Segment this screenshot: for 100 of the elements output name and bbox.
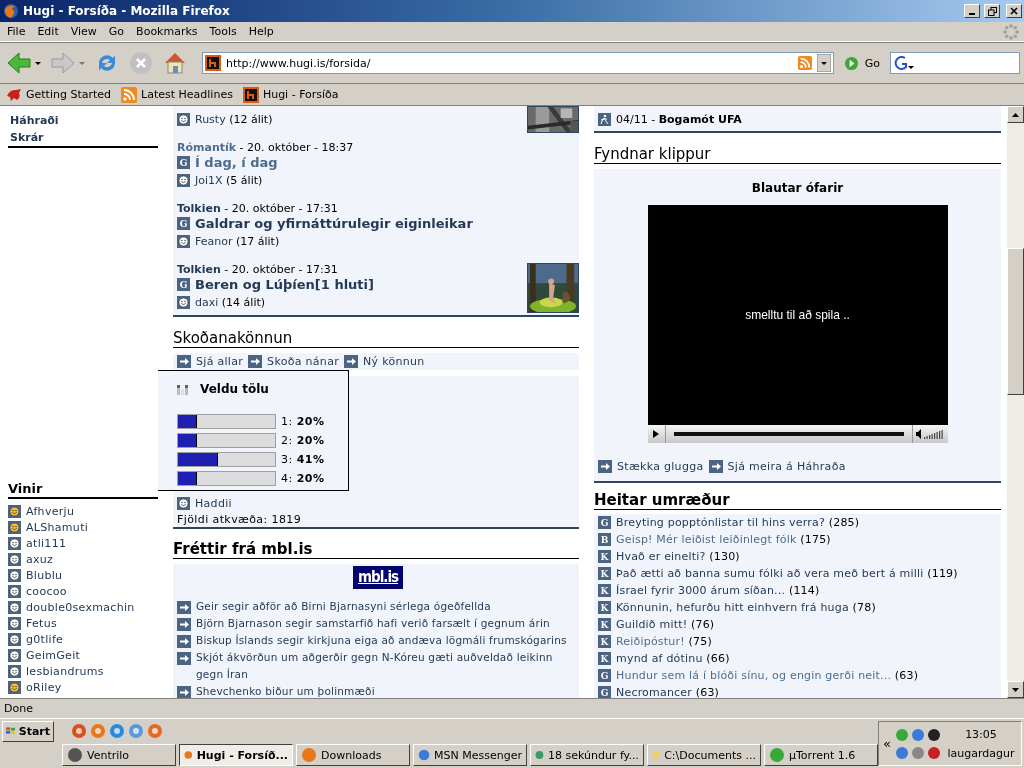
category-badge: G (177, 217, 190, 230)
scrollbar-track[interactable] (1007, 106, 1024, 698)
start-button[interactable]: Start (2, 720, 54, 742)
friend-link[interactable]: Blublu (26, 568, 63, 582)
article-meta: Rómantík - 20. október - 18:37 (177, 141, 354, 154)
stop-icon (128, 50, 154, 76)
dropdown-icon[interactable] (816, 54, 831, 72)
poll-result: 2: 20% (281, 434, 325, 447)
menu-item[interactable]: Tools (203, 25, 243, 38)
taskbar-button[interactable]: Ventrilo (62, 744, 176, 766)
topic-link[interactable]: Hvað er einelti? (130) (616, 550, 740, 563)
topic-link[interactable]: Reiðipóstur! (75) (616, 635, 712, 648)
forward-arrow-icon (50, 51, 86, 75)
friend-link[interactable]: axuz (26, 552, 54, 566)
menu-item[interactable]: File (1, 25, 32, 38)
menu-item[interactable]: Help (242, 25, 280, 38)
topic-link[interactable]: Guildið mitt! (76) (616, 618, 715, 631)
arrow-icon (708, 460, 723, 473)
news-link[interactable]: Biskup Íslands segir kirkjuna eiga að andæva lögmáli frumskógarins (196, 632, 567, 649)
rss-icon (121, 86, 138, 103)
close-icon (1010, 7, 1018, 15)
category-badge: K (598, 618, 611, 631)
friend-link[interactable]: GeimGeit (26, 648, 81, 662)
tray-toggle[interactable]: « (883, 736, 891, 751)
taskbar-button[interactable]: µTorrent 1.6 (764, 744, 878, 766)
bookmark-link[interactable]: Latest Headlines (121, 86, 233, 103)
menu-item[interactable]: Bookmarks (130, 25, 204, 38)
friend-link[interactable]: oRiley (26, 680, 62, 694)
taskbar-button[interactable]: MSN Messenger (413, 744, 527, 766)
menu-item[interactable]: Edit (31, 25, 65, 38)
article-title[interactable]: Beren og Lúþíen[1 hluti] (195, 277, 374, 292)
poll-result: 1: 20% (281, 415, 325, 428)
friend-link[interactable]: coocoo (26, 584, 67, 598)
play-circle-icon (843, 55, 859, 71)
poll-result: 3: 41% (281, 453, 325, 466)
url-field[interactable]: http://www.hugi.is/forsida/ (202, 52, 834, 74)
topic-link[interactable]: Breyting popptónlistar til hins verra? (285) (616, 516, 860, 529)
article-meta: Tolkien - 20. október - 17:31 (177, 202, 339, 215)
section-heading: Fréttir frá mbl.is (173, 540, 579, 559)
category-badge: G (598, 516, 611, 529)
topic-link[interactable]: Það ætti að banna sumu fólki að vera með bert á milli (119) (616, 567, 958, 580)
scroll-down-button[interactable] (1007, 681, 1024, 698)
go-button[interactable]: Go (837, 55, 886, 71)
friend-link[interactable]: double0sexmachin (26, 600, 135, 614)
author-text: Feanor (17 álit) (195, 234, 280, 248)
article-title[interactable]: Galdrar og yfirnáttúrulegir eiginleikar (195, 216, 473, 231)
taskbar-button[interactable]: C:\Documents ... (647, 744, 761, 766)
category-badge: K (598, 635, 611, 648)
author-text: Joi1X (5 álit) (195, 173, 263, 187)
bookmark-link[interactable]: Hugi - Forsíða (242, 86, 339, 103)
topic-link[interactable]: Hundur sem lá í blóði sínu, og engin gerði neit... (63) (616, 669, 919, 682)
author-link[interactable]: Haddii (195, 496, 232, 510)
arrow-icon (177, 355, 191, 368)
topic-link[interactable]: Geisp! Mér leiðist leiðinlegt fólk (175) (616, 533, 831, 546)
topic-link[interactable]: Necromancer (63) (616, 686, 720, 698)
menu-item[interactable]: Go (102, 25, 131, 38)
back-arrow-icon (6, 51, 42, 75)
clip-link[interactable]: Stækka glugga (617, 460, 704, 473)
app-icon (147, 723, 163, 739)
taskbar-button[interactable]: 18 sekúndur fy... (530, 744, 644, 766)
friend-link[interactable]: g0tlife (26, 632, 64, 646)
taskbar-button[interactable]: Hugi - Forsíð... (179, 744, 293, 766)
search-field[interactable] (890, 52, 1020, 74)
friend-link[interactable]: Fetus (26, 616, 57, 630)
sidebar-link[interactable]: Skrár (8, 129, 158, 146)
restore-button[interactable] (984, 4, 1000, 18)
poll-link[interactable]: Skoða nánar (267, 355, 339, 368)
scrollbar-thumb[interactable] (1007, 248, 1024, 395)
topic-link[interactable]: Ísrael fyrir 3000 árum síðan... (114) (616, 584, 820, 597)
author-text: Rusty (12 álit) (195, 112, 273, 126)
runner-icon (598, 112, 611, 126)
friend-link[interactable]: ALShamuti (26, 520, 89, 534)
taskbar-button[interactable]: Downloads (296, 744, 410, 766)
topic-link[interactable]: mynd af dótinu (66) (616, 652, 730, 665)
friend-link[interactable]: atli111 (26, 536, 67, 550)
search-engine-icon (893, 55, 915, 71)
news-link[interactable]: Björn Bjarnason segir samstarfið hafi verið farsælt í gegnum árin (196, 615, 550, 632)
sidebar-link[interactable]: Háhraði (8, 112, 158, 129)
clock-time: 13:05 (965, 727, 997, 741)
video-player[interactable]: smelltu til að spila .. (647, 205, 948, 443)
poll-link[interactable]: Sjá allar (196, 355, 244, 368)
category-badge: K (598, 652, 611, 665)
topic-link[interactable]: Könnunin, hefurðu hitt einhvern frá huga (78) (616, 601, 876, 614)
friend-link[interactable]: lesbiandrums (26, 664, 104, 678)
restore-icon (987, 6, 997, 16)
article-title[interactable]: Í dag, í dag (195, 155, 278, 170)
news-link[interactable]: Shevchenko biður um þolinmæði (196, 683, 375, 698)
clip-link[interactable]: Sjá meira á Háhraða (727, 460, 846, 473)
menu-item[interactable]: View (64, 25, 103, 38)
poll-link[interactable]: Ný könnun (363, 355, 425, 368)
friend-link[interactable]: Afhverju (26, 504, 75, 518)
scroll-up-button[interactable] (1007, 106, 1024, 123)
article-meta: Tolkien - 20. október - 17:31 (177, 263, 339, 276)
news-link[interactable]: Geir segir aðför að Birni Bjarnasyni sérlega ógeðfellda (196, 598, 491, 615)
arrow-icon (248, 355, 263, 368)
bookmark-link[interactable]: Getting Started (6, 87, 112, 102)
minimize-button[interactable] (964, 4, 980, 18)
close-button[interactable] (1006, 4, 1022, 18)
tray-icon[interactable] (926, 727, 941, 742)
news-link[interactable]: Skjót ákvörðun um aðgerðir gegn N-Kóreu gæti auðveldað leikinn gegn Íran (196, 649, 579, 683)
